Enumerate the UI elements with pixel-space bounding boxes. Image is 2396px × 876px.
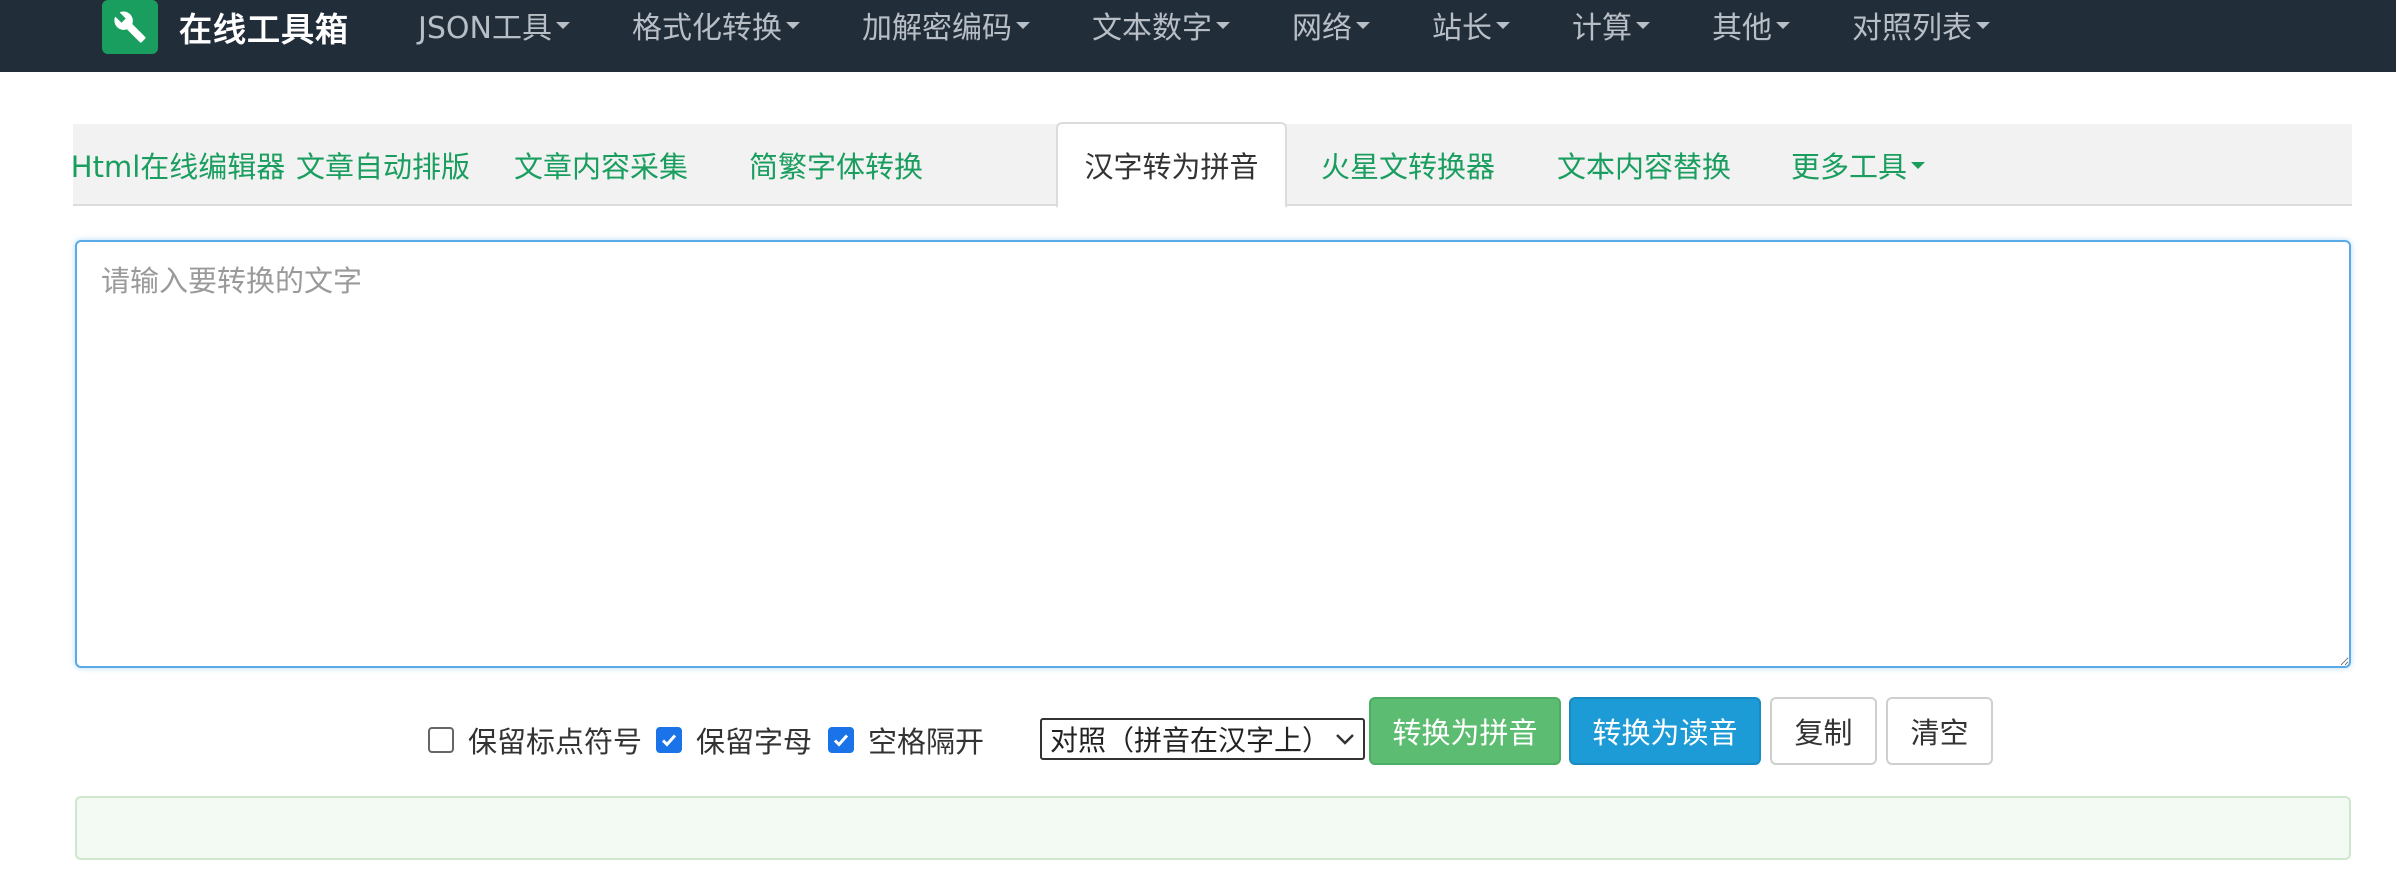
check-icon [833, 734, 849, 747]
keep-punctuation-checkbox[interactable] [428, 727, 454, 753]
tab-trad-simp[interactable]: 简繁字体转换 [741, 124, 931, 206]
display-mode-select[interactable]: 对照（拼音在汉字上） [1040, 718, 1365, 760]
brand-title: 在线工具箱 [179, 10, 349, 49]
top-navbar: 在线工具箱 JSON工具 格式化转换 加解密编码 文本数字 网络 站长 计算 其… [0, 0, 2396, 72]
check-icon [661, 734, 677, 747]
tab-martian-text[interactable]: 火星文转换器 [1313, 124, 1503, 206]
keep-letters-label: 保留字母 [696, 725, 813, 759]
keep-punctuation-option[interactable]: 保留标点符号 [428, 720, 642, 760]
caret-down-icon [1775, 21, 1790, 29]
keep-letters-option[interactable]: 保留字母 [656, 720, 812, 760]
nav-item-network[interactable]: 网络 [1292, 3, 1370, 47]
main-nav: JSON工具 格式化转换 加解密编码 文本数字 网络 站长 计算 其他 对照列表 [418, 0, 2052, 50]
brand[interactable]: 在线工具箱 [102, 0, 349, 54]
source-text-input[interactable] [75, 240, 2351, 668]
caret-down-icon [1975, 21, 1990, 29]
nav-item-crypto[interactable]: 加解密编码 [862, 3, 1030, 47]
tab-html-editor[interactable]: Html在线编辑器 [71, 124, 285, 206]
tab-hanzi-pinyin[interactable]: 汉字转为拼音 [1056, 122, 1287, 208]
caret-down-icon [1635, 21, 1650, 29]
keep-punctuation-label: 保留标点符号 [468, 725, 643, 759]
nav-item-format[interactable]: 格式化转换 [632, 3, 800, 47]
copy-button[interactable]: 复制 [1770, 697, 1877, 765]
clear-button[interactable]: 清空 [1886, 697, 1993, 765]
nav-item-webmaster[interactable]: 站长 [1432, 3, 1510, 47]
tab-more-tools[interactable]: 更多工具 [1783, 124, 1933, 206]
tab-auto-format[interactable]: 文章自动排版 [293, 124, 473, 206]
convert-pinyin-button[interactable]: 转换为拼音 [1369, 697, 1561, 765]
caret-down-icon [1911, 161, 1925, 169]
space-separate-label: 空格隔开 [868, 725, 985, 759]
caret-down-icon [785, 21, 800, 29]
tab-content-scrape[interactable]: 文章内容采集 [511, 124, 691, 206]
caret-down-icon [1495, 21, 1510, 29]
caret-down-icon [1355, 21, 1370, 29]
nav-item-reference[interactable]: 对照列表 [1852, 3, 1990, 47]
convert-reading-button[interactable]: 转换为读音 [1569, 697, 1761, 765]
caret-down-icon [555, 21, 570, 29]
tab-text-replace[interactable]: 文本内容替换 [1549, 124, 1739, 206]
nav-item-text[interactable]: 文本数字 [1092, 3, 1230, 47]
nav-item-other[interactable]: 其他 [1712, 3, 1790, 47]
caret-down-icon [1215, 21, 1230, 29]
chevron-down-icon [1336, 734, 1354, 745]
space-separate-checkbox[interactable] [828, 727, 854, 753]
space-separate-option[interactable]: 空格隔开 [828, 720, 984, 760]
nav-item-calc[interactable]: 计算 [1572, 3, 1650, 47]
keep-letters-checkbox[interactable] [656, 727, 682, 753]
nav-item-json[interactable]: JSON工具 [418, 3, 570, 47]
result-output [75, 796, 2351, 860]
tool-tabs: Html在线编辑器 文章自动排版 文章内容采集 简繁字体转换 汉字转为拼音 火星… [71, 122, 2352, 208]
caret-down-icon [1015, 21, 1030, 29]
wrench-icon [102, 0, 158, 54]
